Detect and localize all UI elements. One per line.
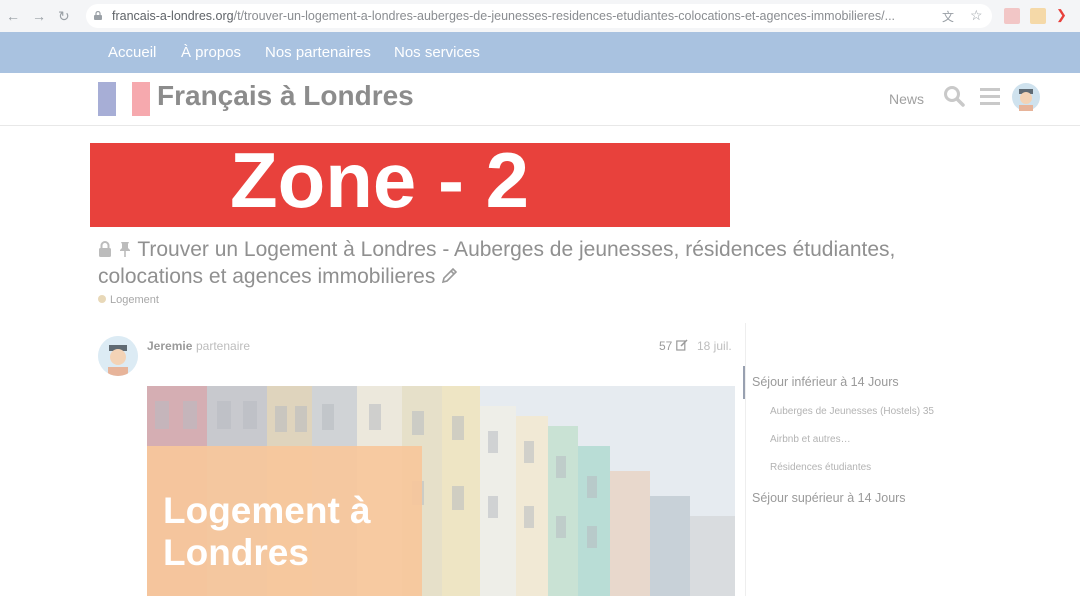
topic-title-text: Trouver un Logement à Londres - Auberges… bbox=[98, 238, 896, 288]
news-link[interactable]: News bbox=[889, 91, 924, 107]
flag-blue-stripe bbox=[98, 82, 116, 116]
zone-banner: Zone - 2 bbox=[90, 143, 730, 227]
forward-arrow-icon[interactable]: → bbox=[32, 8, 46, 24]
browser-toolbar: ← → ↻ francais-a-londres.org/t/trouver-u… bbox=[0, 0, 1080, 32]
url-text: francais-a-londres.org/t/trouver-un-loge… bbox=[112, 9, 896, 23]
timeline-divider bbox=[745, 323, 746, 596]
nav-accueil[interactable]: Accueil bbox=[108, 44, 156, 61]
search-icon[interactable] bbox=[943, 85, 965, 107]
post-image-caption: Logement à Londres bbox=[163, 490, 371, 573]
toc-item[interactable]: Séjour supérieur à 14 Jours bbox=[752, 491, 906, 505]
toc-item[interactable]: Résidences étudiantes bbox=[770, 462, 871, 473]
toc-item[interactable]: Séjour inférieur à 14 Jours bbox=[752, 375, 899, 389]
nav-partenaires[interactable]: Nos partenaires bbox=[265, 44, 371, 61]
category-dot bbox=[98, 295, 106, 303]
address-bar[interactable]: francais-a-londres.org/t/trouver-un-loge… bbox=[86, 4, 992, 28]
extension-icon[interactable] bbox=[1030, 8, 1046, 24]
toc-item[interactable]: Auberges de Jeunesses (Hostels) 35 bbox=[770, 406, 934, 417]
author-role: partenaire bbox=[196, 339, 251, 353]
author-name[interactable]: Jeremie bbox=[147, 339, 192, 353]
nav-a-propos[interactable]: À propos bbox=[181, 44, 241, 61]
lock-icon bbox=[99, 241, 111, 257]
edit-count[interactable]: 57 bbox=[659, 339, 688, 353]
back-arrow-icon[interactable]: ← bbox=[6, 8, 20, 24]
author-avatar[interactable] bbox=[98, 336, 138, 376]
nav-services[interactable]: Nos services bbox=[394, 44, 480, 61]
reload-icon[interactable]: ↻ bbox=[58, 8, 70, 25]
user-avatar-icon[interactable] bbox=[1012, 83, 1040, 111]
zone-label: Zone - 2 bbox=[230, 143, 530, 224]
topic-title: Trouver un Logement à Londres - Auberges… bbox=[98, 236, 998, 290]
toc-active-indicator bbox=[743, 366, 745, 399]
bookmark-star-icon[interactable]: ☆ bbox=[970, 7, 986, 23]
flag-red-stripe bbox=[132, 82, 150, 116]
hamburger-menu-icon[interactable] bbox=[980, 87, 1000, 105]
edit-pencil-icon[interactable] bbox=[441, 266, 459, 284]
lock-icon bbox=[94, 11, 102, 20]
pin-icon bbox=[119, 242, 130, 257]
extension-icon[interactable]: ❯ bbox=[1056, 7, 1072, 23]
edit-history-icon bbox=[675, 339, 688, 351]
category-badge[interactable]: Logement bbox=[98, 294, 159, 306]
site-title[interactable]: Français à Londres bbox=[157, 80, 414, 112]
toc-item[interactable]: Airbnb et autres… bbox=[770, 434, 851, 445]
extension-icon[interactable] bbox=[1004, 8, 1020, 24]
post-date[interactable]: 18 juil. bbox=[697, 339, 732, 353]
top-navigation: Accueil À propos Nos partenaires Nos ser… bbox=[0, 32, 1080, 90]
translate-icon[interactable]: 文 bbox=[942, 8, 958, 24]
category-label: Logement bbox=[110, 294, 159, 306]
author-avatar-icon bbox=[98, 336, 138, 376]
